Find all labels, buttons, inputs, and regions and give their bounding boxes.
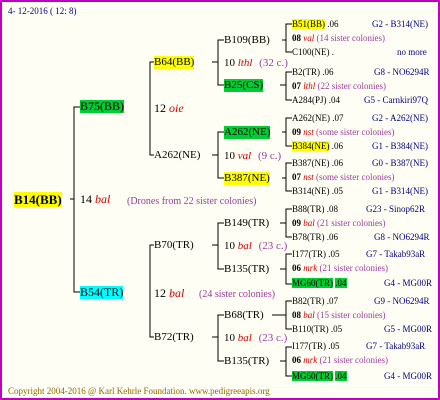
- leaf-row: B314(NE) .05: [292, 186, 343, 196]
- leaf-gen: G8 - NO6294R: [374, 232, 430, 242]
- leaf-gen: G7 - Takab93aR: [366, 341, 426, 351]
- leaf-row: 06 mrk (21 sister colonies): [292, 263, 388, 273]
- leaf-row: MG60(TR) .04: [292, 371, 347, 381]
- root-note: (Drones from 22 sister colonies): [127, 196, 257, 207]
- leaf-row: 09 nst (some sister colonies): [292, 127, 395, 137]
- leaf-row: 09 bal (21 sister colonies): [292, 218, 386, 228]
- root-generation: 14 bal: [80, 193, 110, 206]
- node-b135[interactable]: B135(TR): [224, 263, 269, 276]
- root-queen[interactable]: B14(BB): [14, 192, 62, 207]
- leaf-gen: G2 - A262(NE): [372, 113, 428, 123]
- node-b109[interactable]: B109(BB): [224, 34, 270, 47]
- node-b135b[interactable]: B135(TR): [224, 355, 269, 368]
- leaf-gen: G1 - B314(NE): [372, 186, 428, 196]
- dam-generation: 12 bal: [154, 286, 185, 300]
- dam-queen[interactable]: B54(TR): [80, 286, 124, 299]
- node-b68[interactable]: B68(TR): [224, 309, 264, 322]
- node-b64-gen: 10 lthl (32 c.): [224, 57, 288, 69]
- leaf-row: B387(NE) .06: [292, 158, 343, 168]
- node-a262b[interactable]: A262(NE): [224, 126, 271, 139]
- node-b149[interactable]: B149(TR): [224, 217, 269, 230]
- leaf-row: 08 val (14 sister colonies): [292, 33, 385, 43]
- leaf-row: 08 bal (15 sister colonies): [292, 310, 386, 320]
- leaf-gen: G23 - Sinop62R: [366, 204, 426, 214]
- leaf-row: MG60(TR) .04: [292, 278, 347, 288]
- date-stamp: 4- 12-2016 ( 12: 8): [8, 6, 77, 16]
- footer-copyright: Copyright 2004-2016 @ Karl Kehrle Founda…: [8, 386, 270, 396]
- pedigree-frame: 4- 12-2016 ( 12: 8) B14(BB) 14 bal (Dron…: [0, 0, 440, 400]
- node-b25[interactable]: B25(CS): [224, 79, 264, 92]
- node-b387[interactable]: B387(NE): [224, 172, 270, 185]
- leaf-row: 07 nst (some sister colonies): [292, 172, 395, 182]
- leaf-row: B2(TR) .06: [292, 67, 334, 77]
- node-b72[interactable]: B72(TR): [154, 331, 194, 344]
- leaf-row: B78(TR) .06: [292, 232, 338, 242]
- leaf-row: I177(TR) .05: [292, 341, 340, 351]
- leaf-gen: G0 - B387(NE): [372, 158, 428, 168]
- leaf-gen: no more: [397, 47, 427, 57]
- node-a262[interactable]: A262(NE): [154, 149, 200, 162]
- root-loc: bal: [95, 192, 111, 206]
- leaf-row: B82(TR) .07: [292, 296, 338, 306]
- leaf-row: A284(PJ) .04: [292, 95, 341, 105]
- node-a262-gen: 10 val (9 c.): [224, 150, 282, 162]
- leaf-gen: G5 - Carnkiri97Q: [364, 95, 428, 105]
- node-b70[interactable]: B70(TR): [154, 239, 194, 252]
- leaf-row: 06 mrk (21 sister colonies): [292, 355, 388, 365]
- leaf-row: I177(TR) .05: [292, 249, 340, 259]
- node-b70-gen: 10 bal (23 c.): [224, 240, 288, 252]
- leaf-gen: G8 - NO6294R: [374, 67, 430, 77]
- leaf-gen: G5 - MG00R: [384, 324, 433, 334]
- root-gen-year: 14: [80, 192, 92, 206]
- leaf-row: A262(NE) .07: [292, 113, 344, 123]
- sire-queen[interactable]: B75(BB): [80, 100, 125, 113]
- leaf-row: B51(BB) .06: [292, 19, 339, 29]
- leaf-gen: G7 - Takab93aR: [366, 249, 426, 259]
- dam-note: (24 sister colonies): [199, 289, 276, 300]
- leaf-gen: G9 - NO6294R: [374, 296, 430, 306]
- leaf-gen: G4 - MG00R: [384, 278, 433, 288]
- leaf-row: 07 lthl (22 sister colonies): [292, 81, 386, 91]
- leaf-gen: G2 - B314(NE): [372, 19, 428, 29]
- leaf-row: B384(NE) .06: [292, 141, 343, 151]
- node-b64[interactable]: B64(BB): [154, 56, 195, 69]
- leaf-row: B88(TR) .08: [292, 204, 338, 214]
- leaf-row: C100(NE) .: [292, 47, 334, 57]
- leaf-gen: G1 - B384(NE): [372, 141, 428, 151]
- leaf-row: B110(TR) .05: [292, 324, 343, 334]
- node-b72-gen: 10 bal (23 c.): [224, 332, 288, 344]
- sire-generation: 12 oie: [154, 101, 184, 115]
- leaf-gen: G4 - MG00R: [384, 371, 433, 381]
